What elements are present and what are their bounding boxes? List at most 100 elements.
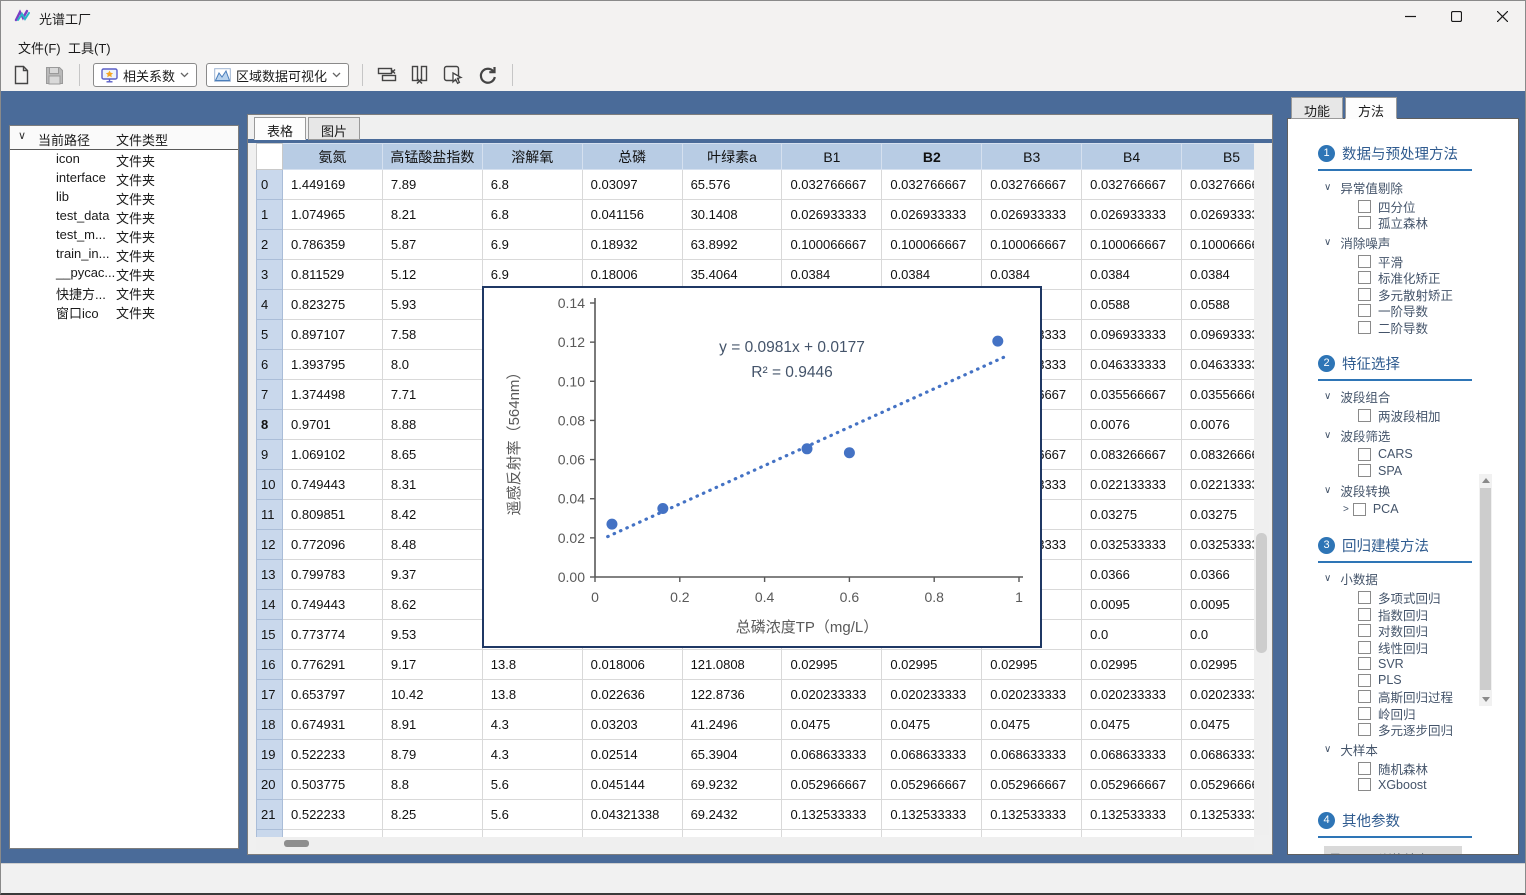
table-cell[interactable]: 63.8992 bbox=[682, 230, 782, 260]
table-cell[interactable]: 0.132533333 bbox=[882, 800, 982, 830]
table-cell[interactable]: 0.18006 bbox=[582, 260, 682, 290]
tree-leaf[interactable]: 多项式回归 bbox=[1358, 590, 1518, 607]
file-tree-item[interactable]: __pycac...文件夹 bbox=[10, 264, 238, 283]
checkbox[interactable] bbox=[1358, 448, 1371, 461]
tree-leaf[interactable]: 高斯回归过程 bbox=[1358, 689, 1518, 706]
tab-methods[interactable]: 方法 bbox=[1345, 97, 1397, 119]
table-cell[interactable]: 0.0384 bbox=[882, 260, 982, 290]
tab-functions[interactable]: 功能 bbox=[1291, 97, 1343, 119]
checkbox[interactable] bbox=[1358, 674, 1371, 687]
scrollbar-thumb[interactable] bbox=[1256, 533, 1267, 653]
checkbox[interactable] bbox=[1358, 255, 1371, 268]
file-tree-column-type[interactable]: 文件类型 bbox=[116, 130, 168, 149]
table-vertical-scrollbar[interactable] bbox=[1254, 143, 1269, 835]
table-cell[interactable]: 1.374498 bbox=[283, 380, 383, 410]
table-cell[interactable]: 0.032766667 bbox=[1082, 170, 1182, 200]
checkbox[interactable] bbox=[1358, 723, 1371, 736]
table-cell[interactable]: 0.026933333 bbox=[982, 200, 1082, 230]
table-cell[interactable]: 69.2432 bbox=[682, 800, 782, 830]
table-cell[interactable]: 0.132533333 bbox=[782, 800, 882, 830]
table-cell[interactable]: 0.653797 bbox=[283, 680, 383, 710]
checkbox[interactable] bbox=[1358, 608, 1371, 621]
table-cell[interactable]: 5.6 bbox=[482, 770, 582, 800]
table-cell[interactable]: 8.91 bbox=[382, 710, 482, 740]
scrollbar-thumb[interactable] bbox=[1480, 488, 1491, 690]
table-cell[interactable]: 8.88 bbox=[382, 410, 482, 440]
table-cell[interactable]: 5.6 bbox=[482, 800, 582, 830]
table-cell[interactable]: 0.132533333 bbox=[982, 800, 1082, 830]
table-cell[interactable]: 0.132533333 bbox=[1182, 800, 1254, 830]
table-cell[interactable]: 65.576 bbox=[682, 170, 782, 200]
tree-leaf[interactable]: PLS bbox=[1358, 672, 1518, 689]
table-cell[interactable]: 0.0384 bbox=[1082, 260, 1182, 290]
table-cell[interactable]: 0.0366 bbox=[1082, 560, 1182, 590]
scroll-down-icon[interactable] bbox=[1482, 697, 1490, 702]
table-cell[interactable]: 0.026933333 bbox=[782, 200, 882, 230]
table-cell[interactable]: 0.083266667 bbox=[1082, 440, 1182, 470]
table-cell[interactable]: 0.799783 bbox=[283, 560, 383, 590]
table-cell[interactable]: 0.823275 bbox=[283, 290, 383, 320]
table-cell[interactable]: 0.503775 bbox=[283, 770, 383, 800]
column-header[interactable]: B4 bbox=[1082, 144, 1182, 170]
table-cell[interactable]: 0.046333333 bbox=[1182, 350, 1254, 380]
tree-group[interactable]: ∨消除噪声 bbox=[1324, 234, 1518, 250]
correlation-method-dropdown[interactable]: 相关系数 bbox=[93, 63, 197, 87]
tree-group[interactable]: ∨波段组合 bbox=[1324, 389, 1518, 405]
row-header[interactable]: 1 bbox=[257, 200, 283, 230]
table-cell[interactable]: 0.020233333 bbox=[982, 680, 1082, 710]
menu-tools[interactable]: 工具(T) bbox=[63, 35, 116, 60]
delete-columns-button[interactable] bbox=[409, 63, 433, 87]
table-cell[interactable]: 0.022133333 bbox=[1082, 470, 1182, 500]
tree-leaf[interactable]: XGboost bbox=[1358, 777, 1518, 794]
table-cell[interactable]: 0.0384 bbox=[1182, 260, 1254, 290]
table-cell[interactable]: 30.1408 bbox=[682, 200, 782, 230]
row-header[interactable]: 13 bbox=[257, 560, 283, 590]
table-cell[interactable]: 8.42 bbox=[382, 500, 482, 530]
checkbox[interactable] bbox=[1358, 304, 1371, 317]
checkbox[interactable] bbox=[1358, 690, 1371, 703]
checkbox[interactable] bbox=[1358, 409, 1371, 422]
table-cell[interactable]: 0.02995 bbox=[882, 650, 982, 680]
table-cell[interactable]: 0.068633333 bbox=[982, 740, 1082, 770]
table-cell[interactable]: 0.0076 bbox=[1082, 410, 1182, 440]
methods-scrollbar[interactable] bbox=[1479, 474, 1492, 706]
table-cell[interactable]: 0.020233333 bbox=[882, 680, 982, 710]
table-cell[interactable]: 0.100066667 bbox=[782, 230, 882, 260]
table-cell[interactable]: 0.046333333 bbox=[1082, 350, 1182, 380]
table-cell[interactable]: 1.069102 bbox=[283, 440, 383, 470]
table-cell[interactable]: 0.0588 bbox=[1182, 290, 1254, 320]
table-cell[interactable]: 0.0475 bbox=[1082, 710, 1182, 740]
table-cell[interactable]: 8.21 bbox=[382, 200, 482, 230]
table-cell[interactable]: 0.0588 bbox=[1082, 290, 1182, 320]
tree-leaf[interactable]: 四分位 bbox=[1358, 198, 1518, 215]
table-cell[interactable]: 0.0475 bbox=[1182, 710, 1254, 740]
table-cell[interactable]: 8.62 bbox=[382, 590, 482, 620]
table-cell[interactable]: 0.897107 bbox=[283, 320, 383, 350]
checkbox[interactable] bbox=[1353, 503, 1366, 516]
scroll-up-icon[interactable] bbox=[1482, 478, 1490, 483]
table-cell[interactable]: 0.068633333 bbox=[782, 740, 882, 770]
checkbox[interactable] bbox=[1358, 216, 1371, 229]
row-header[interactable]: 7 bbox=[257, 380, 283, 410]
table-cell[interactable]: 0.100066667 bbox=[1082, 230, 1182, 260]
table-cell[interactable]: 0.032766667 bbox=[982, 170, 1082, 200]
column-header[interactable]: 总磷 bbox=[582, 144, 682, 170]
table-cell[interactable]: 0.035566667 bbox=[1082, 380, 1182, 410]
checkbox[interactable] bbox=[1358, 288, 1371, 301]
file-tree-item[interactable]: interface文件夹 bbox=[10, 169, 238, 188]
table-cell[interactable]: 0.068633333 bbox=[882, 740, 982, 770]
table-cell[interactable]: 0.100066667 bbox=[1182, 230, 1254, 260]
table-cell[interactable]: 1.074965 bbox=[283, 200, 383, 230]
file-tree-item[interactable]: icon文件夹 bbox=[10, 150, 238, 169]
table-cell[interactable]: 0.0366 bbox=[1182, 560, 1254, 590]
table-cell[interactable]: 0.03203 bbox=[582, 710, 682, 740]
row-header[interactable]: 15 bbox=[257, 620, 283, 650]
column-header[interactable]: B3 bbox=[982, 144, 1082, 170]
table-cell[interactable]: 0.045144 bbox=[582, 770, 682, 800]
tab-table[interactable]: 表格 bbox=[254, 117, 306, 140]
column-header[interactable]: 溶解氧 bbox=[482, 144, 582, 170]
table-cell[interactable]: 8.48 bbox=[382, 530, 482, 560]
tree-leaf[interactable]: 一阶导数 bbox=[1358, 303, 1518, 320]
file-tree-item[interactable]: 窗口ico文件夹 bbox=[10, 302, 238, 321]
table-cell[interactable]: 0.096933333 bbox=[1182, 320, 1254, 350]
